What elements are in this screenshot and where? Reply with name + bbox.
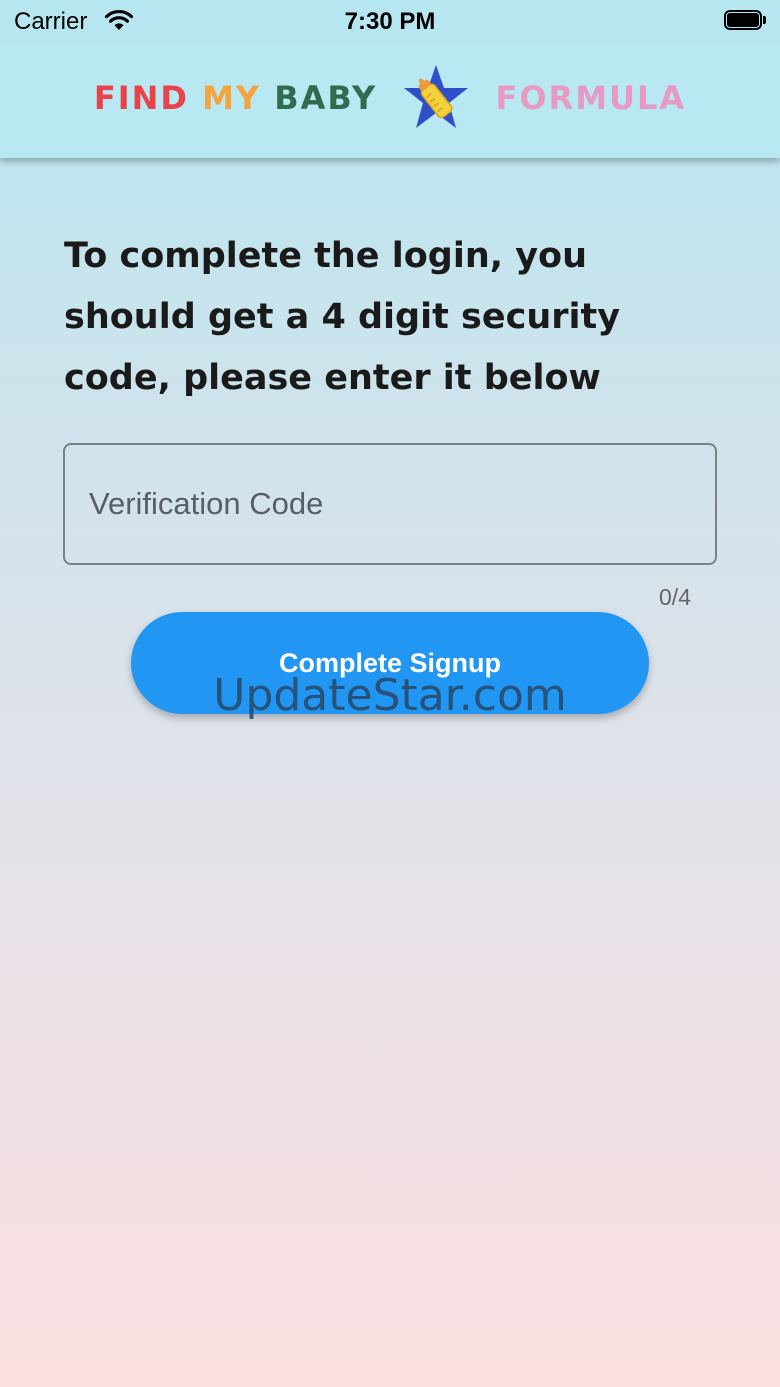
logo-word-formula: FORMULA [495, 79, 687, 117]
baby-bottle-star-icon [400, 62, 472, 134]
status-bar: Carrier 7:30 PM [0, 0, 780, 44]
app-logo: FIND MY BABY FORMULA [0, 62, 780, 142]
verification-code-field[interactable] [63, 443, 717, 565]
logo-word-my: MY [202, 79, 262, 117]
complete-signup-button[interactable]: Complete Signup [131, 612, 649, 714]
battery-icon [724, 10, 766, 30]
character-counter: 0/4 [659, 584, 691, 610]
logo-word-baby: BABY [274, 79, 378, 117]
logo-word-find: FIND [93, 79, 189, 117]
app-header: FIND MY BABY FORMULA [0, 44, 780, 158]
verification-code-input[interactable] [65, 445, 715, 563]
instruction-text: To complete the login, you should get a … [64, 236, 621, 398]
clock: 7:30 PM [344, 8, 436, 35]
